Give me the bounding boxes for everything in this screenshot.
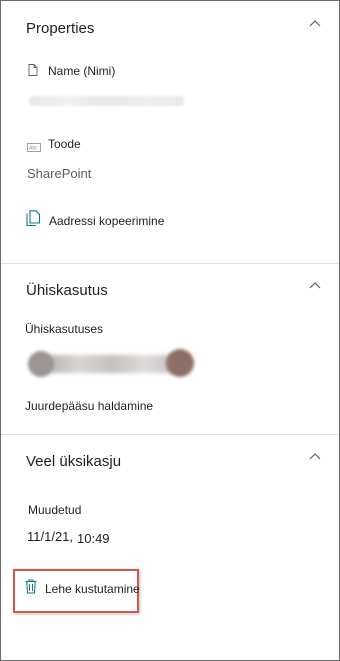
name-label: Name (Nimi): [48, 64, 116, 78]
shared-users-avatars[interactable]: [28, 349, 194, 379]
divider: [1, 434, 339, 435]
trash-icon: [25, 579, 37, 599]
more-details-section-title: Veel üksikasju: [26, 453, 122, 470]
delete-page-label: Lehe kustutamine: [45, 582, 140, 596]
svg-text:Abc: Abc: [29, 146, 38, 152]
document-icon: [28, 63, 38, 81]
text-field-icon: Abc: [27, 139, 41, 157]
chevron-up-icon[interactable]: [309, 452, 321, 464]
type-value: SharePoint: [27, 166, 92, 181]
page-name-value-redacted: [29, 96, 184, 106]
properties-section-title: Properties: [26, 20, 95, 37]
avatar: [28, 351, 54, 377]
type-label: Toode: [48, 137, 81, 151]
modified-date: 11/1/21,: [27, 529, 74, 544]
copy-address-label: Aadressi kopeerimine: [49, 214, 165, 228]
sharing-section-title: Ühiskasutus: [26, 282, 108, 299]
avatar: [166, 349, 194, 377]
details-panel: Properties Name (Nimi) Abc Toode SharePo…: [0, 0, 340, 661]
manage-access-link[interactable]: Juurdepääsu haldamine: [25, 399, 153, 413]
shared-with-label: Ühiskasutuses: [25, 322, 104, 336]
modified-label: Muudetud: [28, 503, 82, 517]
chevron-up-icon[interactable]: [309, 281, 321, 293]
divider: [1, 263, 339, 264]
copy-icon: [26, 210, 41, 232]
avatar: [46, 355, 178, 373]
copy-address-link[interactable]: Aadressi kopeerimine: [26, 210, 164, 232]
chevron-up-icon[interactable]: [309, 19, 321, 31]
delete-page-button[interactable]: Lehe kustutamine: [25, 579, 140, 599]
modified-time: 10:49: [77, 531, 110, 546]
